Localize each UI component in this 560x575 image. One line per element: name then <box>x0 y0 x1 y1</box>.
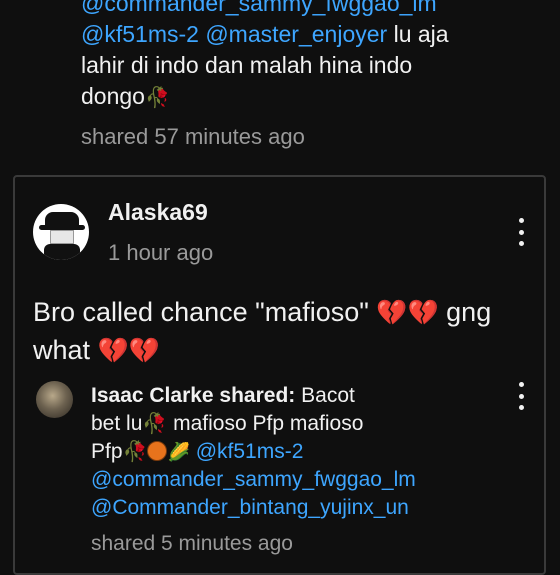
post-text-part: what <box>33 335 91 365</box>
avatar[interactable] <box>33 204 89 260</box>
comment-text-part: dongo <box>81 83 145 109</box>
mention-link[interactable]: @Commander_bintang_yujinx_un <box>91 496 409 519</box>
post-username[interactable]: Alaska69 <box>108 199 208 226</box>
reply-author[interactable]: Isaac Clarke shared: <box>91 384 295 407</box>
comment-text-part: lu aja <box>387 21 449 47</box>
post-timestamp: 1 hour ago <box>108 240 214 265</box>
broken-heart-icon: 💔 <box>128 337 160 365</box>
mention-link[interactable]: @commander_sammy_fwggao_lm <box>91 468 416 491</box>
reply-more-options-icon[interactable] <box>511 382 531 410</box>
broken-heart-icon: 💔 <box>376 299 408 327</box>
reply-text-part: Pfp <box>91 440 123 463</box>
mention-link[interactable]: @master_enjoyer <box>205 21 387 47</box>
mention-link[interactable]: @kf51ms-2 <box>196 440 304 463</box>
mention-link[interactable]: @commander_sammy_fwggao_lm <box>81 0 437 16</box>
broken-heart-icon: 💔 <box>97 337 129 365</box>
reply-timestamp: shared 5 minutes ago <box>91 532 293 555</box>
previous-comment: @commander_sammy_fwggao_lm @kf51ms-2 @ma… <box>81 0 541 150</box>
wilted-rose-icon: 🥀 <box>122 441 148 463</box>
wilted-rose-icon: 🥀 <box>144 87 170 109</box>
more-options-icon[interactable] <box>511 218 531 246</box>
comment-text-part: lahir di indo dan malah hina indo <box>81 52 413 78</box>
mention-link[interactable]: @kf51ms-2 <box>81 21 199 47</box>
comment-text: @commander_sammy_fwggao_lm @kf51ms-2 @ma… <box>81 0 541 114</box>
reply-text-part: Bacot <box>295 384 355 407</box>
post-text-part: Bro called chance "mafioso" <box>33 297 369 327</box>
comment-timestamp: shared 57 minutes ago <box>81 124 305 149</box>
basketball-icon <box>147 441 168 461</box>
post-text: Bro called chance "mafioso" 💔💔 gng what … <box>33 294 533 370</box>
face-shape <box>50 230 74 244</box>
reply-text: Isaac Clarke shared: Bacot bet lu🥀 mafio… <box>91 382 501 522</box>
broken-heart-icon: 💔 <box>407 299 439 327</box>
post-text-part: gng <box>446 297 492 327</box>
wilted-rose-icon: 🥀 <box>142 413 168 435</box>
body-shape <box>44 244 80 260</box>
reply-text-part: mafioso Pfp mafioso <box>167 412 364 435</box>
reply-avatar[interactable] <box>36 381 73 418</box>
reply-text-part: bet lu <box>91 412 143 435</box>
corn-icon: 🌽 <box>167 442 190 462</box>
